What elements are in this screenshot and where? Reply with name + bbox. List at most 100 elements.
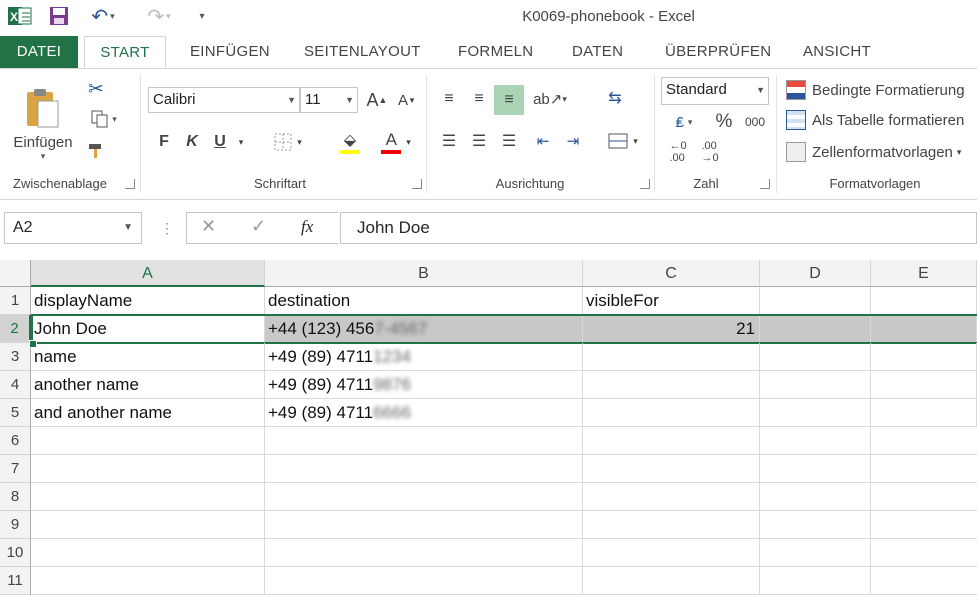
- font-size-select[interactable]: 11 ▼: [300, 87, 358, 113]
- cell-b2[interactable]: +44 (123) 4567-4567: [265, 315, 583, 343]
- empty-cells-area[interactable]: [31, 427, 977, 595]
- number-launcher-icon[interactable]: [760, 179, 770, 189]
- increase-decimal-icon[interactable]: ←0.00: [664, 139, 692, 165]
- cell-a1[interactable]: displayName: [31, 287, 265, 315]
- row-header-5[interactable]: 5: [0, 399, 31, 427]
- number-format-select[interactable]: Standard ▼: [661, 77, 769, 105]
- format-as-table-button[interactable]: Als Tabelle formatieren: [786, 107, 977, 133]
- cancel-icon[interactable]: ✕: [201, 216, 216, 237]
- column-header-e[interactable]: E: [871, 260, 977, 287]
- alignment-launcher-icon[interactable]: [640, 179, 650, 189]
- cell-c5[interactable]: [583, 399, 760, 427]
- group-label-styles: Formatvorlagen: [829, 176, 921, 191]
- cell-c1[interactable]: visibleFor: [583, 287, 760, 315]
- cell-styles-button[interactable]: Zellenformatvorlagen ▾: [786, 139, 977, 165]
- cell-d1[interactable]: [760, 287, 871, 315]
- group-label-alignment: Ausrichtung: [495, 176, 565, 191]
- tab-seitenlayout[interactable]: SEITENLAYOUT: [304, 36, 421, 68]
- paste-button[interactable]: Einfügen ▾: [8, 79, 78, 169]
- align-left-icon[interactable]: ☰: [436, 127, 462, 155]
- conditional-formatting-button[interactable]: Bedingte Formatierung: [786, 77, 977, 103]
- cell-e5[interactable]: [871, 399, 977, 427]
- row-header-7[interactable]: 7: [0, 455, 31, 483]
- clipboard-launcher-icon[interactable]: [125, 179, 135, 189]
- cell-a4[interactable]: another name: [31, 371, 265, 399]
- tab-daten[interactable]: DATEN: [572, 36, 623, 68]
- enter-icon[interactable]: ✓: [251, 216, 266, 237]
- align-center-icon[interactable]: ☰: [466, 127, 492, 155]
- font-name-select[interactable]: Calibri ▼: [148, 87, 300, 113]
- cell-a3[interactable]: name: [31, 343, 265, 371]
- chevron-down-icon: ▼: [345, 95, 354, 105]
- percent-button[interactable]: %: [712, 109, 736, 135]
- decrease-font-icon[interactable]: A ▼: [394, 87, 420, 113]
- cell-c4[interactable]: [583, 371, 760, 399]
- row-header-3[interactable]: 3: [0, 343, 31, 371]
- column-header-d[interactable]: D: [760, 260, 871, 287]
- cell-d2[interactable]: [760, 315, 871, 343]
- cell-b5[interactable]: +49 (89) 47116666: [265, 399, 583, 427]
- align-top-icon[interactable]: ≡: [436, 85, 462, 113]
- decrease-decimal-icon[interactable]: .00 →0: [696, 139, 724, 165]
- worksheet-grid: A B C D E 1 2 3 4 5 6 7 8 9 10 11 displa…: [0, 260, 977, 595]
- font-color-icon[interactable]: A ▾: [374, 127, 418, 157]
- format-painter-icon[interactable]: [84, 139, 108, 163]
- column-header-c[interactable]: C: [583, 260, 760, 287]
- borders-icon[interactable]: ▾: [266, 129, 310, 155]
- cell-b4[interactable]: +49 (89) 47119876: [265, 371, 583, 399]
- formula-bar-grip-icon[interactable]: ⋮: [160, 220, 174, 237]
- column-header-a[interactable]: A: [31, 260, 265, 287]
- orientation-icon[interactable]: ab↗ ▾: [530, 85, 570, 113]
- bold-button[interactable]: F: [152, 129, 176, 155]
- cut-icon[interactable]: ✂: [84, 77, 108, 101]
- cell-d3[interactable]: [760, 343, 871, 371]
- merge-cells-icon[interactable]: ▾: [600, 127, 646, 155]
- copy-icon[interactable]: ▾: [84, 107, 124, 131]
- underline-button[interactable]: U: [208, 129, 232, 155]
- cell-a2[interactable]: John Doe: [31, 315, 265, 343]
- currency-format-icon[interactable]: ₤ ▾: [662, 109, 706, 135]
- increase-font-icon[interactable]: A ▲: [364, 87, 390, 113]
- tab-datei[interactable]: DATEI: [0, 36, 78, 68]
- cell-b3[interactable]: +49 (89) 47111234: [265, 343, 583, 371]
- row-header-9[interactable]: 9: [0, 511, 31, 539]
- italic-button[interactable]: K: [180, 129, 204, 155]
- wrap-text-icon[interactable]: ⇆: [600, 83, 630, 113]
- cell-d4[interactable]: [760, 371, 871, 399]
- chevron-down-icon[interactable]: ▾: [234, 129, 248, 155]
- cell-d5[interactable]: [760, 399, 871, 427]
- align-right-icon[interactable]: ☰: [496, 127, 522, 155]
- cell-a5[interactable]: and another name: [31, 399, 265, 427]
- row-header-4[interactable]: 4: [0, 371, 31, 399]
- tab-formeln[interactable]: FORMELN: [458, 36, 533, 68]
- fill-color-icon[interactable]: ⬙: [330, 127, 370, 157]
- cell-e2[interactable]: [871, 315, 977, 343]
- row-header-1[interactable]: 1: [0, 287, 31, 315]
- tab-ansicht[interactable]: ANSICHT: [803, 36, 871, 68]
- ribbon-divider: [776, 75, 777, 193]
- tab-einfuegen[interactable]: EINFÜGEN: [190, 36, 270, 68]
- cell-c3[interactable]: [583, 343, 760, 371]
- decrease-indent-icon[interactable]: ⇤: [530, 127, 556, 155]
- increase-indent-icon[interactable]: ⇥: [560, 127, 586, 155]
- tab-start[interactable]: START: [84, 36, 166, 69]
- cell-e3[interactable]: [871, 343, 977, 371]
- row-header-2[interactable]: 2: [0, 315, 31, 343]
- formula-input[interactable]: John Doe: [340, 212, 977, 244]
- tab-ueberpruefen[interactable]: ÜBERPRÜFEN: [665, 36, 771, 68]
- align-middle-icon[interactable]: ≡: [466, 85, 492, 113]
- name-box[interactable]: A2 ▼: [4, 212, 142, 244]
- row-header-8[interactable]: 8: [0, 483, 31, 511]
- font-launcher-icon[interactable]: [412, 179, 422, 189]
- align-bottom-icon[interactable]: ≡: [494, 85, 524, 115]
- insert-function-button[interactable]: fx: [301, 217, 313, 237]
- row-header-10[interactable]: 10: [0, 539, 31, 567]
- cell-c2[interactable]: 21: [583, 315, 760, 343]
- thousands-separator-button[interactable]: 000: [740, 109, 770, 135]
- select-all-corner[interactable]: [0, 260, 31, 287]
- cell-e4[interactable]: [871, 371, 977, 399]
- cell-e1[interactable]: [871, 287, 977, 315]
- row-header-6[interactable]: 6: [0, 427, 31, 455]
- column-header-b[interactable]: B: [265, 260, 583, 287]
- cell-b1[interactable]: destination: [265, 287, 583, 315]
